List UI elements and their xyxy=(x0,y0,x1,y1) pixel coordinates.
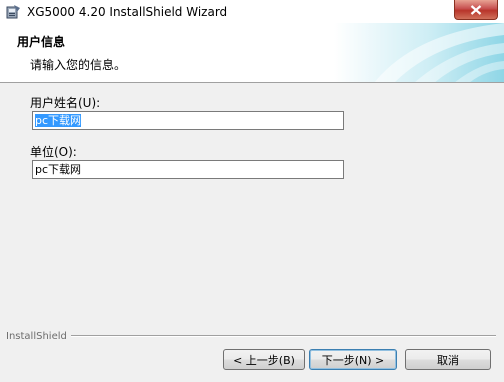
page-subtitle: 请输入您的信息。 xyxy=(30,58,127,72)
header-banner: 用户信息 请输入您的信息。 xyxy=(0,23,504,83)
username-field[interactable]: pc下载网 xyxy=(32,111,344,130)
installer-icon xyxy=(5,4,21,20)
window-title: XG5000 4.20 InstallShield Wizard xyxy=(27,4,228,19)
company-value: pc下载网 xyxy=(35,163,82,176)
cancel-button[interactable]: 取消 xyxy=(405,349,491,370)
divider-line xyxy=(70,335,496,337)
installshield-divider: InstallShield xyxy=(6,330,496,342)
company-field[interactable]: pc下载网 xyxy=(32,160,344,179)
back-button[interactable]: < 上一步(B) xyxy=(223,349,305,370)
company-label: 单位(O): xyxy=(30,145,77,159)
username-label: 用户姓名(U): xyxy=(30,96,101,110)
title-bar: XG5000 4.20 InstallShield Wizard xyxy=(0,0,504,23)
close-button[interactable] xyxy=(454,0,498,20)
brand-label: InstallShield xyxy=(6,330,67,342)
close-icon xyxy=(470,4,482,15)
username-value: pc下载网 xyxy=(35,114,82,127)
banner-artwork xyxy=(334,23,504,82)
next-button[interactable]: 下一步(N) > xyxy=(309,349,397,370)
page-title: 用户信息 xyxy=(17,35,66,49)
